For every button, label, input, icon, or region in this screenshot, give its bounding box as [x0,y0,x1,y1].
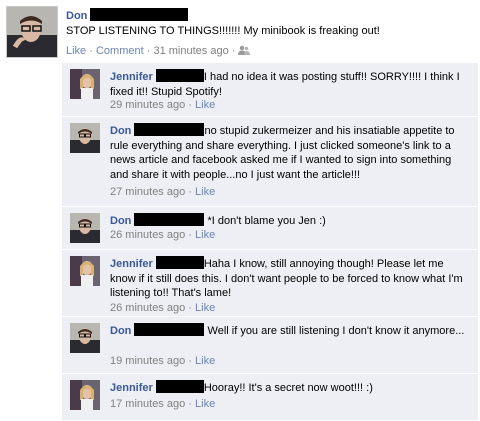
separator: · [89,45,93,57]
redacted-name [134,123,205,136]
comment: Jennifer Hooray!! It's a secret now woot… [62,374,478,420]
comments-list: Jennifer I had no idea it was posting st… [62,63,478,420]
like-link[interactable]: Like [195,186,215,198]
comment-author[interactable]: Don [110,215,131,227]
comment-timestamp[interactable]: 26 minutes ago [110,302,185,314]
comment: Jennifer Haha I know, still annoying tho… [62,250,478,318]
comment-link[interactable]: Comment [96,45,144,57]
like-link[interactable]: Like [195,355,215,367]
like-link[interactable]: Like [195,302,215,314]
avatar[interactable] [6,6,58,58]
avatar[interactable] [70,380,100,410]
comment-author[interactable]: Don [110,125,131,137]
comment: Jennifer I had no idea it was posting st… [62,63,478,114]
comment: Don *I don't blame you Jen :) 26 minutes… [62,207,478,247]
avatar[interactable] [70,323,100,353]
comment-author[interactable]: Jennifer [110,258,153,270]
like-link[interactable]: Like [195,398,215,410]
comment-text: Hooray!! It's a secret now woot!!! :) [203,382,373,394]
redacted-name [155,256,204,269]
like-link[interactable]: Like [66,45,86,57]
redacted-name [155,380,204,393]
post-meta: Like · Comment · 31 minutes ago · [66,45,251,59]
post-author[interactable]: Don [66,10,87,22]
avatar[interactable] [70,213,100,243]
comment: Don Well if you are still listening I do… [62,317,478,373]
comment-timestamp[interactable]: 19 minutes ago [110,355,185,367]
avatar[interactable] [70,69,100,99]
comment-text: *I don't blame you Jen :) [207,215,326,227]
like-link[interactable]: Like [195,229,215,241]
post-message: STOP LISTENING TO THINGS!!!!!!! My minib… [66,25,380,37]
separator: · [146,45,151,57]
like-link[interactable]: Like [195,99,215,111]
status-post: Don STOP LISTENING TO THINGS!!!!!!! My m… [2,2,478,58]
avatar[interactable] [70,123,100,153]
comment-timestamp[interactable]: 29 minutes ago [110,99,185,111]
redacted-name [134,213,205,226]
post-timestamp[interactable]: 31 minutes ago [153,45,228,57]
separator: · [231,45,236,57]
comment-author[interactable]: Don [110,325,131,337]
friends-icon[interactable] [238,45,251,59]
comment-timestamp[interactable]: 17 minutes ago [110,398,185,410]
redacted-name [134,323,205,336]
comment-author[interactable]: Jennifer [110,71,153,83]
comment-timestamp[interactable]: 26 minutes ago [110,229,185,241]
comment-text: Well if you are still listening I don't … [207,325,465,337]
redacted-name [90,8,189,21]
comment-timestamp[interactable]: 27 minutes ago [110,186,185,198]
redacted-name [155,69,204,82]
comment-author[interactable]: Jennifer [110,382,153,394]
comment: Don no stupid zukermeizer and his insati… [62,117,478,206]
avatar[interactable] [70,256,100,286]
